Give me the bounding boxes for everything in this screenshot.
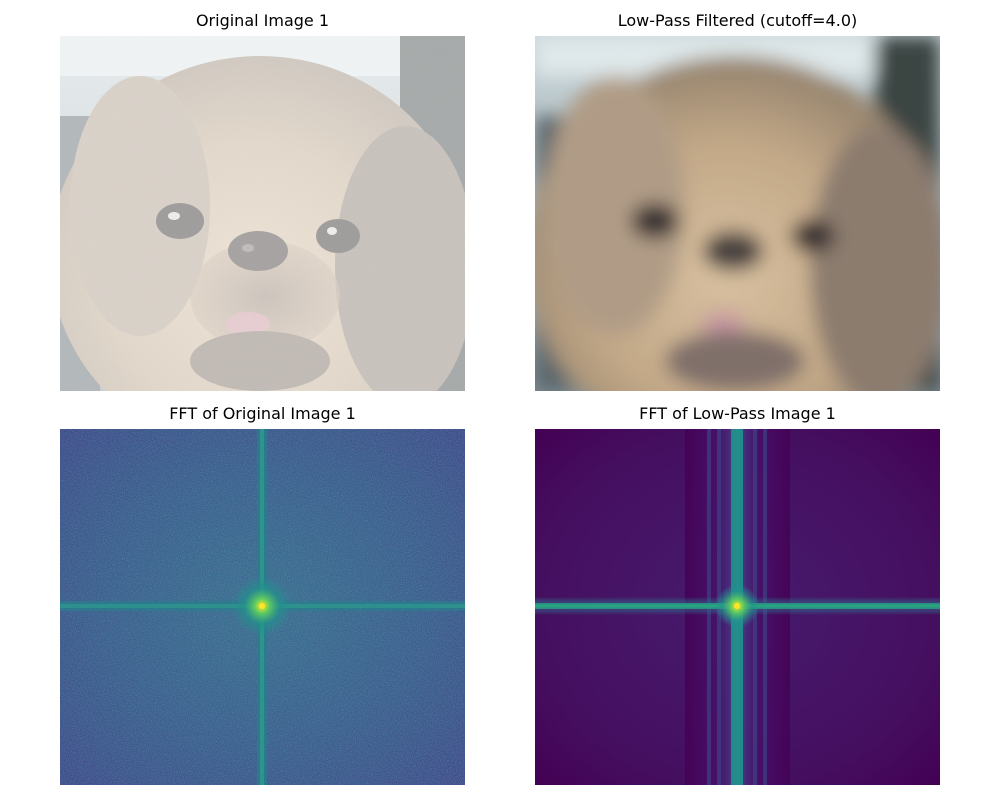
- original-dog-image: [60, 36, 465, 391]
- panel-title-fft-original: FFT of Original Image 1: [169, 404, 356, 423]
- fft-original-spectrum: [60, 429, 465, 785]
- panel-title-lowpass: Low-Pass Filtered (cutoff=4.0): [617, 11, 858, 30]
- lowpass-dog-image: [535, 36, 940, 391]
- panel-title-fft-lowpass: FFT of Low-Pass Image 1: [639, 404, 836, 423]
- panel-title-original: Original Image 1: [195, 11, 330, 30]
- fft-lowpass-spectrum: [535, 429, 940, 785]
